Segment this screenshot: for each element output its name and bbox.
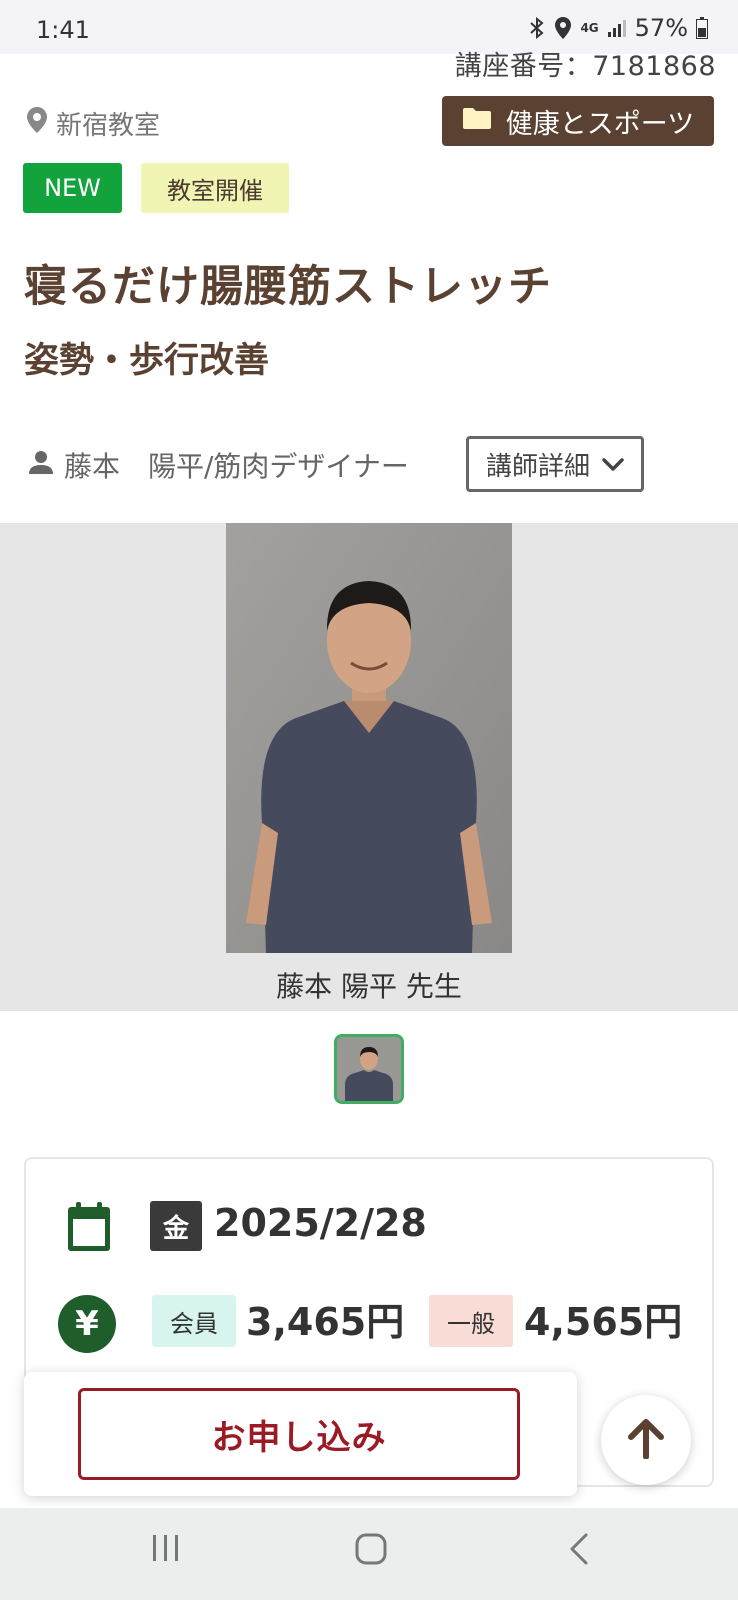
photo-thumbnail[interactable] <box>334 1034 404 1104</box>
weekday-badge: 金 <box>150 1201 202 1251</box>
instructor-photo[interactable] <box>226 523 512 953</box>
signal-icon <box>607 18 627 38</box>
status-time: 1:41 <box>36 16 90 44</box>
location: 新宿教室 <box>26 105 160 142</box>
category-button[interactable]: 健康とスポーツ <box>442 96 714 146</box>
general-price: 4,565円 <box>524 1300 683 1344</box>
member-badge: 会員 <box>152 1295 236 1347</box>
instructor-detail-label: 講師詳細 <box>485 451 590 482</box>
photo-caption: 藤本 陽平 先生 <box>276 970 462 1003</box>
instructor-info: 藤本 陽平/筋肉デザイナー <box>28 445 409 485</box>
instructor-detail-button[interactable]: 講師詳細 <box>466 436 644 492</box>
recent-apps-icon[interactable] <box>150 1532 182 1568</box>
location-label: 新宿教室 <box>56 111 161 141</box>
instructor-photo-section: 藤本 陽平 先生 <box>0 523 738 1011</box>
folder-icon <box>462 106 492 137</box>
member-price: 3,465円 <box>246 1300 405 1344</box>
general-badge: 一般 <box>429 1295 513 1347</box>
scroll-to-top-button[interactable] <box>601 1395 691 1485</box>
location-icon <box>554 16 572 40</box>
category-label: 健康とスポーツ <box>505 108 695 140</box>
calendar-icon <box>66 1201 112 1257</box>
map-pin-icon <box>26 106 48 141</box>
chevron-down-icon <box>602 449 624 479</box>
new-badge: NEW <box>23 163 122 213</box>
course-subtitle: 姿勢・歩行改善 <box>24 341 270 381</box>
apply-panel: お申し込み <box>24 1372 577 1496</box>
instructor-name: 藤本 陽平/筋肉デザイナー <box>64 450 409 483</box>
course-title: 寝るだけ腸腰筋ストレッチ <box>24 262 552 312</box>
back-icon[interactable] <box>566 1532 592 1570</box>
apply-button[interactable]: お申し込み <box>78 1388 520 1480</box>
course-date: 2025/2/28 <box>214 1201 427 1245</box>
battery-percent: 57% <box>634 14 688 42</box>
battery-icon <box>696 17 708 39</box>
status-icons: 4G 57% <box>528 14 708 42</box>
course-number: 講座番号：7181868 <box>454 51 716 82</box>
network-type: 4G <box>580 21 599 35</box>
home-icon[interactable] <box>354 1532 388 1570</box>
bluetooth-icon <box>528 17 546 39</box>
system-navigation-bar <box>0 1508 738 1600</box>
arrow-up-icon <box>626 1417 666 1463</box>
yen-icon: ¥ <box>58 1295 116 1353</box>
classroom-badge: 教室開催 <box>141 163 289 213</box>
person-icon <box>28 449 54 482</box>
